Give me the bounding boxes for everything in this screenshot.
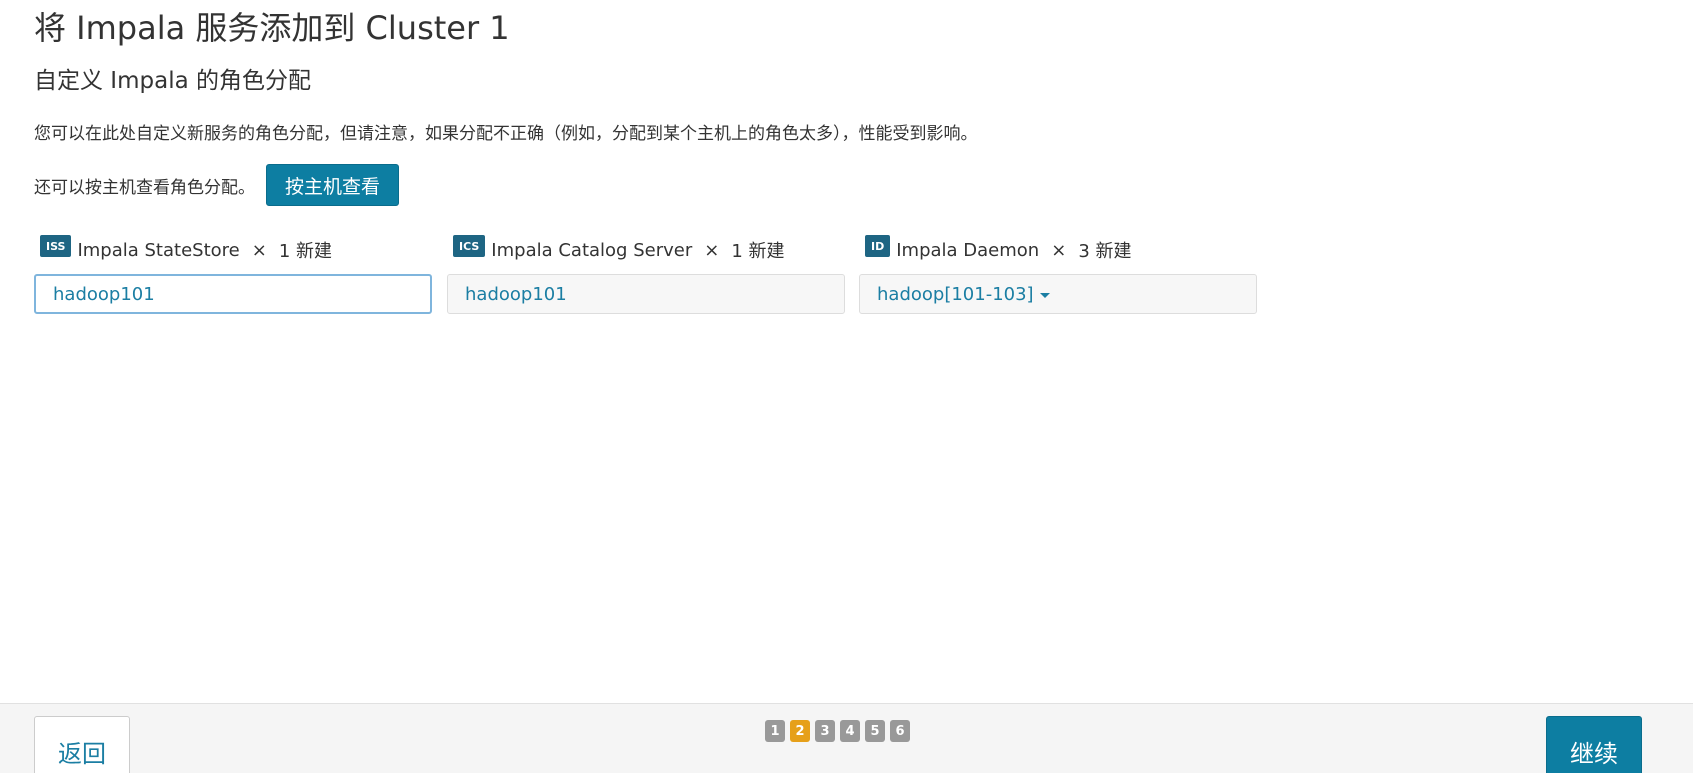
role-impala-catalog-server: ICS Impala Catalog Server × 1 新建 hadoop1… (447, 235, 845, 314)
role-name: Impala StateStore (77, 239, 240, 261)
page: 将 Impala 服务添加到 Cluster 1 自定义 Impala 的角色分… (0, 0, 1693, 773)
continue-button[interactable]: 继续 (1546, 716, 1642, 773)
host-view-row: 还可以按主机查看角色分配。 按主机查看 (34, 164, 400, 206)
role-name: Impala Catalog Server (491, 239, 693, 261)
role-impala-statestore: ISS Impala StateStore × 1 新建 hadoop101 (34, 235, 432, 314)
caret-down-icon (1039, 292, 1050, 298)
times-sign: × (704, 239, 720, 261)
page-description: 您可以在此处自定义新服务的角色分配，但请注意，如果分配不正确（例如，分配到某个主… (34, 124, 978, 144)
role-count: 1 新建 (731, 241, 785, 262)
step-4[interactable]: 4 (840, 720, 860, 742)
role-count: 1 新建 (278, 241, 333, 262)
role-badge: ICS (453, 235, 486, 257)
role-header: ICS Impala Catalog Server × 1 新建 (447, 235, 845, 264)
times-sign: × (1051, 239, 1067, 261)
role-hosts-selector[interactable]: hadoop101 (447, 274, 845, 314)
wizard-footer: 返回 1 2 3 4 5 6 继续 (0, 703, 1693, 773)
step-3[interactable]: 3 (815, 720, 835, 742)
times-sign: × (251, 239, 267, 261)
role-hosts-selector[interactable]: hadoop101 (34, 274, 432, 314)
role-name: Impala Daemon (896, 239, 1040, 261)
view-by-host-button[interactable]: 按主机查看 (266, 164, 400, 206)
role-header: ISS Impala StateStore × 1 新建 (34, 235, 432, 264)
step-indicator: 1 2 3 4 5 6 (765, 720, 910, 742)
role-count: 3 新建 (1078, 241, 1132, 262)
step-1[interactable]: 1 (765, 720, 785, 742)
step-6[interactable]: 6 (890, 720, 910, 742)
page-subtitle: 自定义 Impala 的角色分配 (34, 68, 311, 94)
role-hosts-dropdown[interactable]: hadoop[101-103] (859, 274, 1257, 314)
step-2-current[interactable]: 2 (790, 720, 810, 742)
back-button[interactable]: 返回 (34, 716, 130, 773)
role-header: ID Impala Daemon × 3 新建 (859, 235, 1257, 264)
role-badge: ISS (40, 235, 72, 257)
role-impala-daemon: ID Impala Daemon × 3 新建 hadoop[101-103] (859, 235, 1257, 314)
step-5[interactable]: 5 (865, 720, 885, 742)
page-title: 将 Impala 服务添加到 Cluster 1 (34, 9, 510, 47)
host-view-text: 还可以按主机查看角色分配。 (34, 177, 255, 198)
role-badge: ID (865, 235, 891, 257)
role-hosts-value: hadoop[101-103] (877, 283, 1034, 305)
